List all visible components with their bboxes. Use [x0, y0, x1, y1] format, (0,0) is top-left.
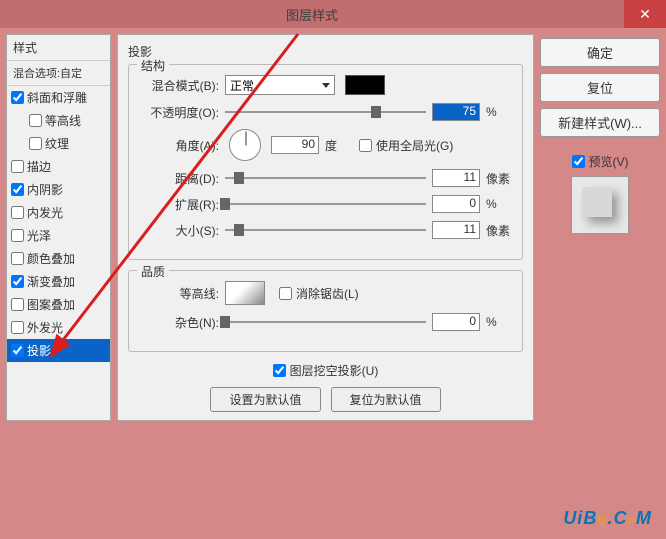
style-item-0[interactable]: 斜面和浮雕 [7, 86, 110, 109]
style-item-label: 内发光 [27, 204, 63, 221]
blend-options-header[interactable]: 混合选项:自定 [7, 61, 110, 86]
style-item-3[interactable]: 描边 [7, 155, 110, 178]
new-style-button[interactable]: 新建样式(W)... [540, 108, 660, 137]
cancel-button[interactable]: 复位 [540, 73, 660, 102]
spread-unit: % [486, 197, 514, 211]
style-checkbox[interactable] [11, 321, 24, 334]
shadow-color-swatch[interactable] [345, 75, 385, 95]
preview-swatch [571, 176, 629, 234]
style-item-label: 斜面和浮雕 [27, 89, 87, 106]
angle-label: 角度(A): [137, 137, 219, 154]
distance-input[interactable]: 11 [432, 169, 480, 187]
blend-mode-select[interactable]: 正常 [225, 75, 335, 95]
style-item-1[interactable]: 等高线 [7, 109, 110, 132]
style-checkbox[interactable] [11, 298, 24, 311]
section-title: 投影 [128, 43, 523, 60]
style-item-label: 纹理 [45, 135, 69, 152]
style-item-10[interactable]: 外发光 [7, 316, 110, 339]
style-item-2[interactable]: 纹理 [7, 132, 110, 155]
style-item-5[interactable]: 内发光 [7, 201, 110, 224]
opacity-unit: % [486, 105, 514, 119]
size-slider[interactable] [225, 223, 426, 237]
quality-legend: 品质 [137, 263, 169, 280]
style-checkbox[interactable] [11, 206, 24, 219]
blend-mode-label: 混合模式(B): [137, 77, 219, 94]
spread-input[interactable]: 0 [432, 195, 480, 213]
right-panel: 确定 复位 新建样式(W)... 预览(V) [540, 34, 660, 421]
titlebar: 图层样式 ✕ [0, 0, 666, 28]
size-input[interactable]: 11 [432, 221, 480, 239]
style-item-label: 内阴影 [27, 181, 63, 198]
style-checkbox[interactable] [11, 160, 24, 173]
anti-alias-checkbox[interactable]: 消除锯齿(L) [279, 285, 359, 302]
global-light-checkbox[interactable]: 使用全局光(G) [359, 137, 453, 154]
style-item-label: 描边 [27, 158, 51, 175]
style-item-11[interactable]: 投影 [7, 339, 110, 362]
ok-button[interactable]: 确定 [540, 38, 660, 67]
opacity-slider[interactable] [225, 105, 426, 119]
style-item-label: 外发光 [27, 319, 63, 336]
style-checkbox[interactable] [11, 275, 24, 288]
style-item-label: 图案叠加 [27, 296, 75, 313]
style-item-label: 等高线 [45, 112, 81, 129]
style-checkbox[interactable] [29, 137, 42, 150]
style-checkbox[interactable] [11, 91, 24, 104]
noise-label: 杂色(N): [137, 314, 219, 331]
watermark: UiBQ.CoM [563, 508, 652, 529]
style-item-label: 光泽 [27, 227, 51, 244]
close-button[interactable]: ✕ [624, 0, 666, 28]
settings-panel: 投影 结构 混合模式(B): 正常 不透明度(O): 75 % 角度(A): 9… [117, 34, 534, 421]
style-list-header: 样式 [7, 35, 110, 61]
style-checkbox[interactable] [11, 229, 24, 242]
spread-slider[interactable] [225, 197, 426, 211]
style-list-panel: 样式 混合选项:自定 斜面和浮雕等高线纹理描边内阴影内发光光泽颜色叠加渐变叠加图… [6, 34, 111, 421]
style-checkbox[interactable] [11, 183, 24, 196]
angle-input[interactable]: 90 [271, 136, 319, 154]
quality-fieldset: 品质 等高线: 消除锯齿(L) 杂色(N): 0 % [128, 270, 523, 352]
distance-unit: 像素 [486, 170, 514, 187]
style-item-label: 投影 [27, 342, 51, 359]
opacity-label: 不透明度(O): [137, 104, 219, 121]
knockout-checkbox[interactable]: 图层挖空投影(U) [128, 362, 523, 379]
distance-slider[interactable] [225, 171, 426, 185]
noise-unit: % [486, 315, 514, 329]
preview-checkbox[interactable]: 预览(V) [572, 153, 629, 170]
style-item-label: 渐变叠加 [27, 273, 75, 290]
reset-default-button[interactable]: 复位为默认值 [331, 387, 441, 412]
size-label: 大小(S): [137, 222, 219, 239]
contour-label: 等高线: [137, 285, 219, 302]
structure-fieldset: 结构 混合模式(B): 正常 不透明度(O): 75 % 角度(A): 90 度… [128, 64, 523, 260]
style-checkbox[interactable] [11, 344, 24, 357]
contour-picker[interactable] [225, 281, 265, 305]
make-default-button[interactable]: 设置为默认值 [210, 387, 320, 412]
dialog-title: 图层样式 [0, 5, 624, 24]
opacity-input[interactable]: 75 [432, 103, 480, 121]
style-item-label: 颜色叠加 [27, 250, 75, 267]
style-item-8[interactable]: 渐变叠加 [7, 270, 110, 293]
style-item-4[interactable]: 内阴影 [7, 178, 110, 201]
style-list: 斜面和浮雕等高线纹理描边内阴影内发光光泽颜色叠加渐变叠加图案叠加外发光投影 [7, 86, 110, 362]
style-item-9[interactable]: 图案叠加 [7, 293, 110, 316]
noise-slider[interactable] [225, 315, 426, 329]
angle-dial[interactable] [229, 129, 261, 161]
style-checkbox[interactable] [29, 114, 42, 127]
distance-label: 距离(D): [137, 170, 219, 187]
structure-legend: 结构 [137, 57, 169, 74]
spread-label: 扩展(R): [137, 196, 219, 213]
noise-input[interactable]: 0 [432, 313, 480, 331]
angle-unit: 度 [325, 137, 353, 154]
dialog-content: 样式 混合选项:自定 斜面和浮雕等高线纹理描边内阴影内发光光泽颜色叠加渐变叠加图… [0, 28, 666, 427]
size-unit: 像素 [486, 222, 514, 239]
style-checkbox[interactable] [11, 252, 24, 265]
style-item-6[interactable]: 光泽 [7, 224, 110, 247]
style-item-7[interactable]: 颜色叠加 [7, 247, 110, 270]
